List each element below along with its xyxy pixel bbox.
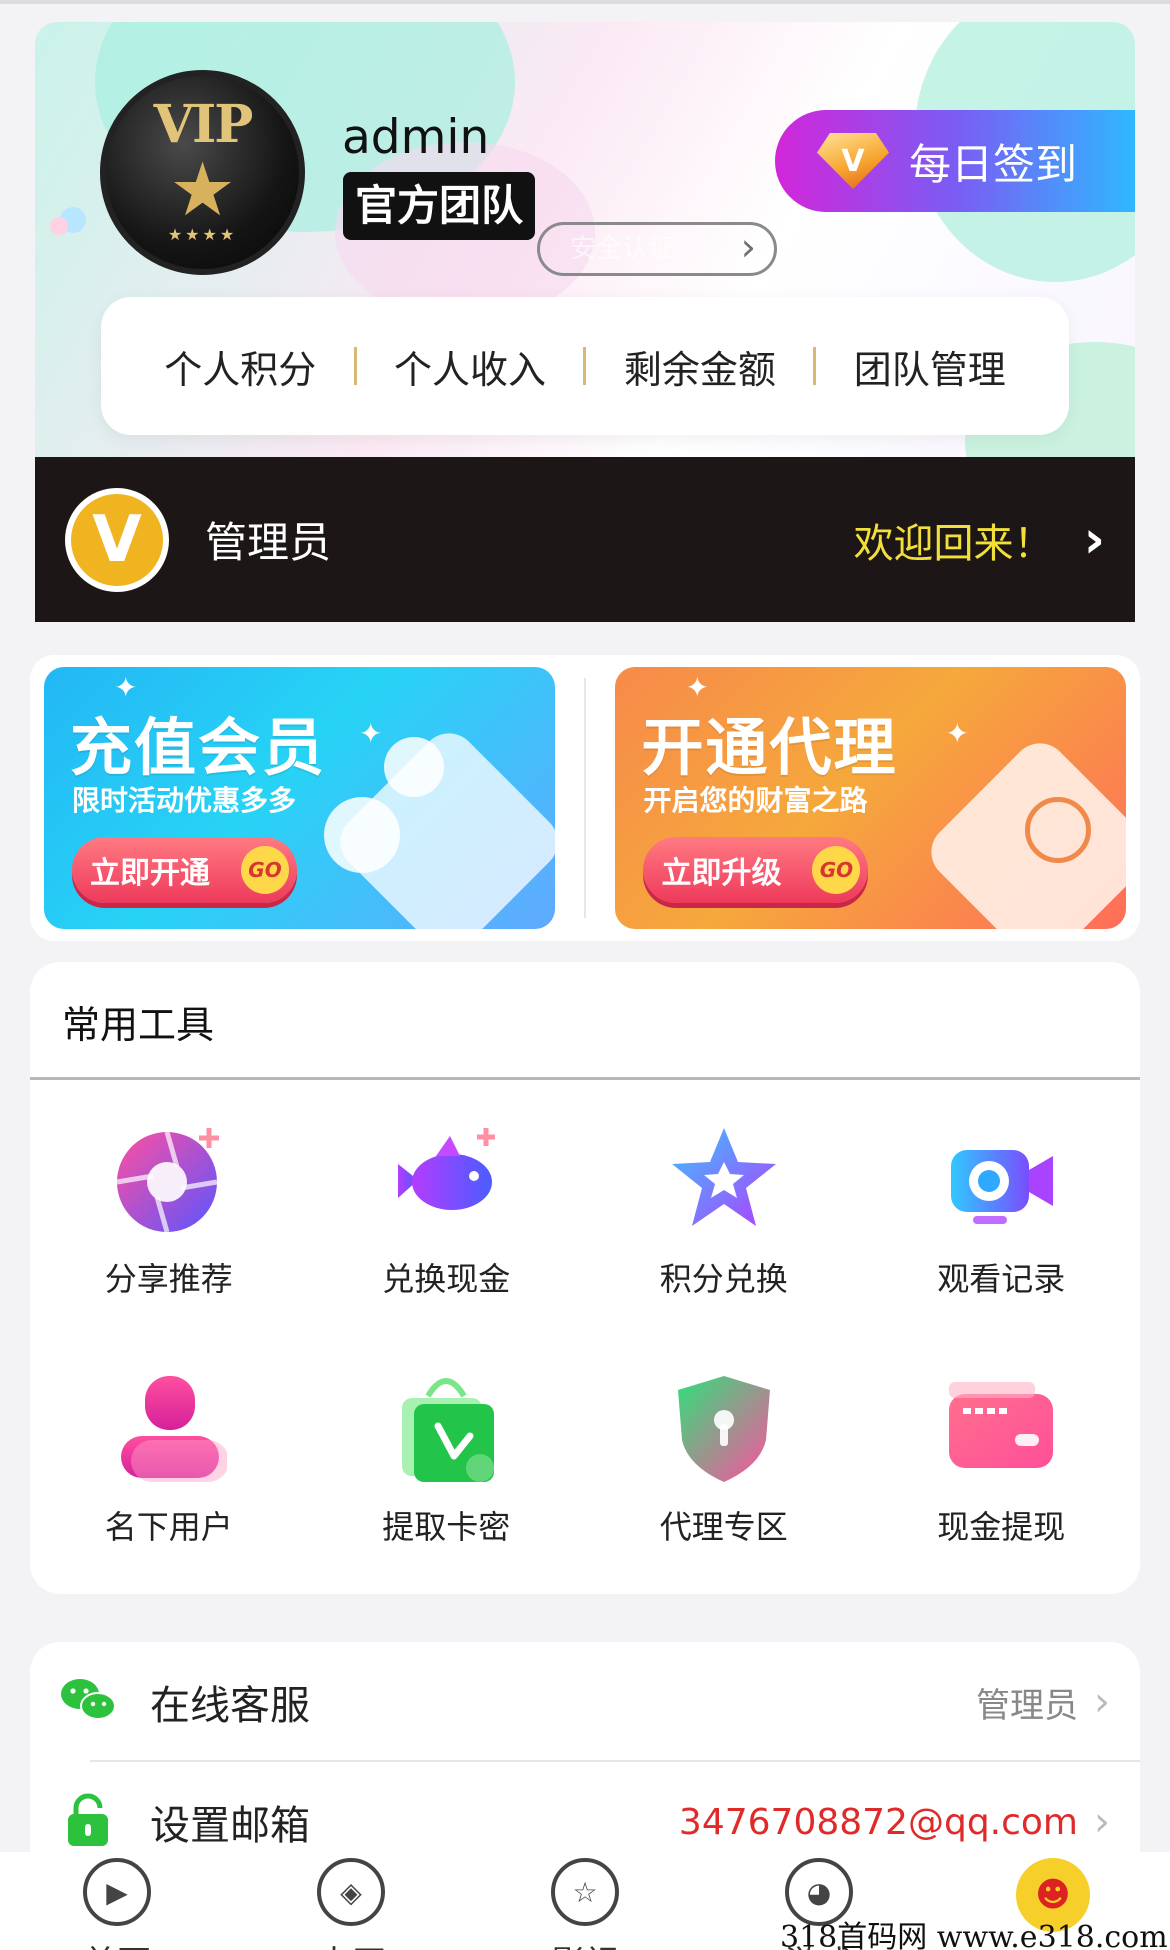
shield-icon [666, 1370, 782, 1486]
admin-bar[interactable]: V 管理员 欢迎回来！ › [35, 457, 1135, 622]
tool-label: 代理专区 [659, 1508, 788, 1546]
tool-points-exchange[interactable]: 积分兑换 [585, 1122, 863, 1300]
chevron-right-icon: › [1094, 1679, 1110, 1725]
tab-label: 影视 [551, 1936, 619, 1950]
decor-square [920, 731, 1126, 929]
v-badge-icon: V [65, 487, 169, 592]
list-item-label: 设置邮箱 [150, 1803, 310, 1849]
tool-label: 名下用户 [104, 1508, 233, 1546]
divider [583, 678, 587, 918]
promo-title: 充值会员 [70, 711, 327, 784]
chevron-right-icon: › [1083, 509, 1105, 570]
stat-value: 点击查看 [881, 390, 978, 419]
user-icon [111, 1370, 227, 1486]
divider [30, 1077, 1140, 1080]
tool-label: 提取卡密 [382, 1508, 511, 1546]
stat-points[interactable]: 个人积分 [135, 339, 345, 394]
tool-agent-zone[interactable]: 代理专区 [585, 1370, 863, 1548]
list-item-label: 在线客服 [150, 1683, 310, 1729]
chevron-right-icon: › [1094, 1799, 1110, 1845]
team-badge: 官方团队 [343, 172, 536, 240]
list-item-value: 管理员 [976, 1685, 1078, 1726]
tab-label: 大厅 [317, 1936, 385, 1950]
avatar[interactable]: VIP ★ ★★★★ [100, 70, 305, 275]
secure-pill-label: 安全认证 [570, 234, 675, 264]
promo-subtitle: 限时活动优惠多多 [72, 784, 297, 817]
tool-label: 积分兑换 [659, 1260, 788, 1298]
tab-hall[interactable]: ◈ 大厅 [234, 1858, 468, 1950]
tool-label: 现金提现 [937, 1508, 1066, 1546]
star-icon [666, 1122, 782, 1238]
diamond-icon: V [817, 133, 889, 189]
divider [353, 347, 357, 385]
tool-label: 观看记录 [937, 1260, 1066, 1298]
divider [813, 347, 817, 385]
tool-share[interactable]: 分享推荐 [30, 1122, 308, 1300]
checkin-label: 每日签到 [909, 139, 1078, 189]
divider [583, 347, 587, 385]
admin-name: 管理员 [205, 518, 332, 567]
tool-label: 兑换现金 [382, 1260, 511, 1298]
promo-subtitle: 开启您的财富之路 [643, 784, 868, 817]
decor-dot [50, 217, 68, 235]
section-title: 常用工具 [62, 1003, 215, 1047]
promo-open-agent[interactable]: ✦ ✦ 开通代理 开启您的财富之路 立即升级 GO [615, 667, 1126, 929]
email-value: 3476708872@qq.com [678, 1801, 1078, 1843]
card-icon [943, 1370, 1059, 1486]
watermark: 318首码网 www.e318.com [780, 1920, 1168, 1950]
stat-income[interactable]: 个人收入 0.00 [365, 339, 575, 413]
settings-list: 在线客服 管理员 › 设置邮箱 3476708872@qq.com › [30, 1642, 1140, 1872]
decor-circle [324, 797, 400, 873]
avatar-vip-text: VIP [153, 93, 254, 155]
star-emblem-icon: ★ [169, 146, 236, 233]
tool-cash-withdraw[interactable]: 现金提现 [863, 1370, 1141, 1548]
top-divider [0, 0, 1170, 4]
list-item-online-service[interactable]: 在线客服 管理员 › [30, 1642, 1140, 1762]
stat-balance[interactable]: 剩余金额 0.00 [595, 339, 805, 413]
fish-icon [388, 1122, 504, 1238]
open-now-button[interactable]: 立即开通 GO [72, 837, 297, 903]
lock-icon [60, 1792, 116, 1852]
sparkle-icon: ✦ [359, 717, 383, 750]
share-icon [111, 1122, 227, 1238]
go-badge: GO [812, 846, 861, 894]
tool-watch-history[interactable]: 观看记录 [863, 1122, 1141, 1300]
stat-value: 0.00 [443, 384, 497, 413]
stats-card: 个人积分 个人收入 0.00 剩余金额 0.00 团队管理 点击查看 [101, 297, 1069, 435]
go-badge: GO [241, 846, 289, 894]
welcome-text: 欢迎回来！ [853, 520, 1054, 567]
wechat-icon [60, 1676, 116, 1728]
tab-label: 首页 [83, 1936, 151, 1950]
shopping-bag-icon [388, 1370, 504, 1486]
decor-circle [384, 737, 444, 797]
camera-icon [943, 1122, 1059, 1238]
secure-pill[interactable]: 安全认证 › [537, 222, 777, 276]
daily-checkin-button[interactable]: V 每日签到 [775, 110, 1135, 212]
tool-my-users[interactable]: 名下用户 [30, 1370, 308, 1548]
compass-icon: ◈ [317, 1858, 385, 1926]
play-icon: ▶ [83, 1858, 151, 1926]
stat-label: 个人积分 [164, 347, 317, 392]
tool-cash-exchange[interactable]: 兑换现金 [308, 1122, 586, 1300]
promo-recharge-vip[interactable]: ✦ ✦ 充值会员 限时活动优惠多多 立即开通 GO [44, 667, 555, 929]
promo-button-label: 立即开通 [90, 856, 210, 891]
tools-grid: 分享推荐 兑换现金 积分兑换 观看记录 名下用户 提取卡密 代理专区 现金提现 [30, 1122, 1140, 1548]
upgrade-now-button[interactable]: 立即升级 GO [643, 837, 869, 903]
medal-icon: ☆ [551, 1858, 619, 1926]
chevron-right-icon: › [740, 225, 756, 269]
tool-extract-card[interactable]: 提取卡密 [308, 1370, 586, 1548]
promo-section: ✦ ✦ 充值会员 限时活动优惠多多 立即开通 GO ✦ ✦ 开通代理 开启您的财… [30, 655, 1140, 941]
stat-team[interactable]: 团队管理 点击查看 [825, 339, 1035, 419]
tool-label: 分享推荐 [104, 1260, 233, 1298]
stat-value: 0.00 [673, 384, 727, 413]
stars-row-icon: ★★★★ [167, 224, 238, 244]
tab-home[interactable]: ▶ 首页 [0, 1858, 234, 1950]
tools-card: 常用工具 分享推荐 兑换现金 积分兑换 观看记录 名下用户 提取卡密 代理专区 … [30, 962, 1140, 1594]
sparkle-icon: ✦ [945, 717, 969, 750]
promo-title: 开通代理 [641, 711, 898, 784]
tab-movies[interactable]: ☆ 影视 [468, 1858, 702, 1950]
username: admin [342, 110, 490, 165]
promo-button-label: 立即升级 [661, 856, 782, 891]
